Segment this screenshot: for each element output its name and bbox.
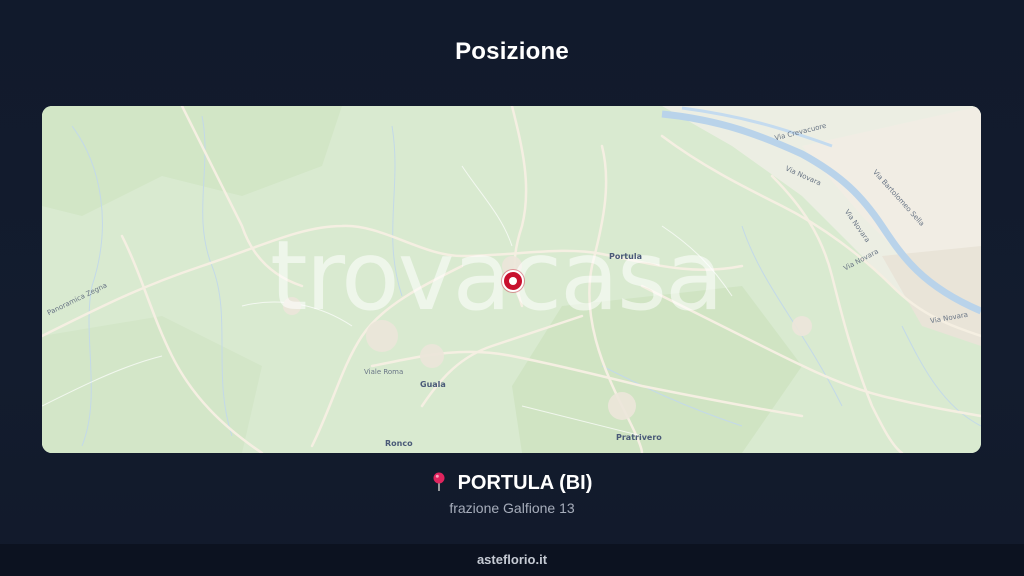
- trovacasa-watermark: trovacasa: [270, 220, 724, 332]
- map-view[interactable]: trovacasa Portula Guala Ronco Pratrivero…: [42, 106, 981, 453]
- property-location-marker[interactable]: [502, 270, 524, 292]
- location-address: frazione Galfione 13: [449, 500, 575, 516]
- place-label-pratrivero: Pratrivero: [616, 433, 662, 442]
- page-title: Posizione: [455, 38, 569, 65]
- location-heading: PORTULA (BI): [0, 472, 1024, 495]
- place-label-portula: Portula: [609, 252, 642, 261]
- location-name: PORTULA (BI): [457, 472, 593, 494]
- map-pin-icon: [433, 472, 445, 491]
- place-label-ronco: Ronco: [385, 439, 413, 448]
- place-label-guala: Guala: [420, 380, 446, 389]
- footer-brand[interactable]: asteflorio.it: [0, 544, 1024, 576]
- road-label-via-roma: Viale Roma: [364, 368, 404, 376]
